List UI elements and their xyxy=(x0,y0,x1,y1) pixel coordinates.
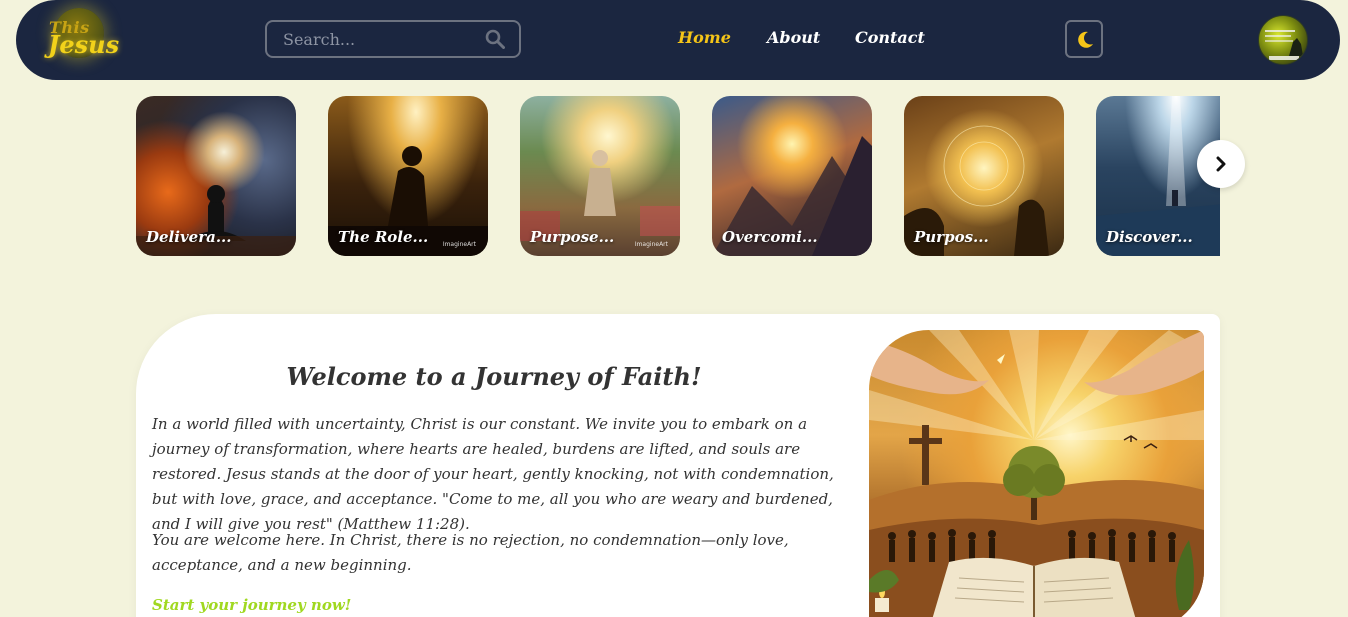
search-input[interactable] xyxy=(267,22,477,56)
carousel-card[interactable]: The Role... ImagineArt xyxy=(328,96,488,256)
theme-toggle-button[interactable] xyxy=(1065,20,1103,58)
carousel-next-button[interactable] xyxy=(1197,140,1245,188)
search-box xyxy=(265,20,521,58)
chevron-right-icon xyxy=(1216,156,1226,172)
navbar: This Jesus Home About Contact xyxy=(16,0,1340,80)
topic-carousel: Delivera... The Role... ImagineArt Purpo… xyxy=(136,96,1220,256)
welcome-paragraph-intro: In a world filled with uncertainty, Chri… xyxy=(152,415,834,533)
nav-link-home[interactable]: Home xyxy=(678,28,731,47)
hero-illustration xyxy=(869,330,1204,617)
card-watermark: ImagineArt xyxy=(442,241,476,248)
welcome-section: Welcome to a Journey of Faith! In a worl… xyxy=(136,314,1220,617)
logo-text-jesus: Jesus xyxy=(48,30,120,59)
card-label: Delivera... xyxy=(146,228,232,246)
hero-image xyxy=(869,330,1204,617)
logo[interactable]: This Jesus xyxy=(46,6,126,66)
carousel-card[interactable]: Overcomi... xyxy=(712,96,872,256)
carousel-card[interactable]: Purpos... xyxy=(904,96,1064,256)
moon-icon xyxy=(1078,31,1093,48)
card-label: The Role... xyxy=(338,228,429,246)
welcome-paragraph-invitation: You are welcome here. In Christ, there i… xyxy=(152,531,789,574)
card-watermark: ImagineArt xyxy=(634,241,668,248)
start-journey-link[interactable]: Start your journey now! xyxy=(152,596,351,614)
nav-link-contact[interactable]: Contact xyxy=(855,28,925,47)
card-label: Overcomi... xyxy=(722,228,818,246)
carousel-card[interactable]: Delivera... xyxy=(136,96,296,256)
search-icon[interactable] xyxy=(485,29,505,49)
card-label: Purpose... xyxy=(530,228,615,246)
nav-link-about[interactable]: About xyxy=(767,28,820,47)
avatar-image xyxy=(1265,30,1303,60)
card-label: Purpos... xyxy=(914,228,989,246)
welcome-title: Welcome to a Journey of Faith! xyxy=(286,362,702,391)
card-label: Discover... xyxy=(1106,228,1193,246)
carousel-card[interactable]: Purpose... ImagineArt xyxy=(520,96,680,256)
avatar[interactable] xyxy=(1258,15,1308,65)
